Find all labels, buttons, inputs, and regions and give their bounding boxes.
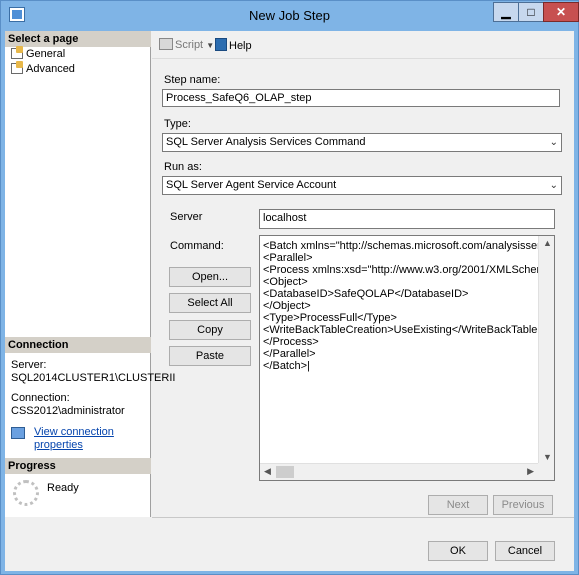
open-button[interactable]: Open... [169,267,251,287]
server-label: Server: [11,359,47,371]
window-title: New Job Step [249,8,330,23]
paste-button[interactable]: Paste [169,346,251,366]
scroll-thumb[interactable] [276,466,294,478]
connection-label: Connection: [11,392,70,404]
scrollbar-corner [538,463,554,480]
connection-header: Connection [5,337,151,353]
cancel-button[interactable]: Cancel [495,541,555,561]
run-as-label: Run as: [164,161,202,173]
view-connection-properties-link[interactable]: View connection properties [34,426,150,452]
page-item-advanced[interactable]: Advanced [11,61,75,76]
type-value: SQL Server Analysis Services Command [166,136,366,148]
connection-value: CSS2012\administrator [11,405,125,417]
dialog-client: Select a page General Advanced Connectio… [5,31,574,571]
next-button[interactable]: Next [428,495,488,515]
type-label: Type: [164,118,191,130]
server-field-label: Server [170,211,203,223]
script-label: Script [175,39,204,51]
help-button[interactable]: Help [215,38,252,53]
progress-spinner-icon [13,480,39,506]
command-label: Command: [170,240,224,252]
command-line: <Parallel> [263,252,313,264]
minimize-button[interactable]: ▁ [493,2,519,22]
command-textarea[interactable]: <Batch xmlns="http://schemas.microsoft.c… [259,235,555,481]
run-as-select[interactable]: SQL Server Agent Service Account ⌄ [162,176,562,195]
run-as-value: SQL Server Agent Service Account [166,179,337,191]
progress-status: Ready [47,482,79,494]
select-all-button[interactable]: Select All [169,293,251,313]
page-icon [11,46,23,59]
select-page-header: Select a page [5,31,151,47]
command-line: <Type>ProcessFull</Type> [263,312,397,324]
script-icon [159,38,173,50]
command-line: </Process> [263,336,319,348]
command-line: </Batch>| [263,360,310,372]
chevron-down-icon[interactable]: ⌄ [550,177,558,194]
step-name-input[interactable]: Process_SafeQ6_OLAP_step [162,89,560,107]
command-line: </Object> [263,300,311,312]
server-value: SQL2014CLUSTER1\CLUSTERII [11,372,176,384]
vertical-scrollbar[interactable]: ▲ ▼ [538,236,554,464]
scroll-up-icon[interactable]: ▲ [543,238,552,248]
page-item-label: Advanced [26,63,75,75]
left-pane: Select a page General Advanced Connectio… [5,31,175,517]
command-line: <Process xmlns:xsd="http://www.w3.org/20… [263,264,555,276]
page-item-label: General [26,48,66,60]
horizontal-scrollbar[interactable]: ◀ ▶ [260,463,538,480]
title-bar: New Job Step ▁ □ ✕ [1,1,579,31]
maximize-button[interactable]: □ [518,2,544,22]
previous-button[interactable]: Previous [493,495,553,515]
command-line: <Batch xmlns="http://schemas.microsoft.c… [263,240,554,252]
divider [152,517,574,518]
toolbar: Script ▼ Help [152,31,574,59]
server-input[interactable]: localhost [259,209,555,229]
connection-properties-icon [11,427,25,439]
progress-header: Progress [5,458,151,474]
chevron-down-icon[interactable]: ⌄ [550,134,558,151]
command-line: </Parallel> [263,348,316,360]
dialog-window: New Job Step ▁ □ ✕ Select a page General… [0,0,579,575]
scroll-right-icon[interactable]: ▶ [527,466,534,477]
close-button[interactable]: ✕ [543,2,579,22]
ok-button[interactable]: OK [428,541,488,561]
type-select[interactable]: SQL Server Analysis Services Command ⌄ [162,133,562,152]
scroll-down-icon[interactable]: ▼ [543,452,552,462]
command-line: <DatabaseID>SafeQOLAP</DatabaseID> [263,288,469,300]
scroll-left-icon[interactable]: ◀ [264,466,271,477]
page-item-general[interactable]: General [11,46,66,61]
script-button[interactable]: Script ▼ [159,38,214,53]
copy-button[interactable]: Copy [169,320,251,340]
command-line: <Object> [263,276,308,288]
help-label: Help [229,40,252,52]
page-icon [11,61,23,74]
chevron-down-icon[interactable]: ▼ [206,41,214,50]
step-name-label: Step name: [164,74,221,86]
command-line: <WriteBackTableCreation>UseExisting</Wri… [263,324,555,336]
help-icon [215,38,227,51]
